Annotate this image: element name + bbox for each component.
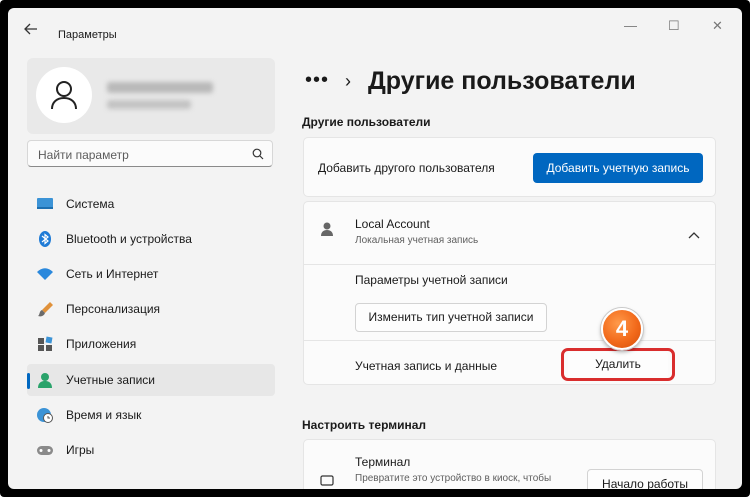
display-icon xyxy=(36,196,54,212)
close-button[interactable]: ✕ xyxy=(712,18,723,34)
user-profile-card[interactable] xyxy=(27,58,275,134)
kiosk-card: Терминал Превратите это устройство в кио… xyxy=(303,439,716,489)
back-arrow-icon[interactable] xyxy=(24,22,38,40)
blurred-user-email xyxy=(107,100,191,109)
blurred-user-name xyxy=(107,82,213,93)
active-indicator xyxy=(27,373,30,389)
account-options-label: Параметры учетной записи xyxy=(355,273,508,287)
change-account-type-button[interactable]: Изменить тип учетной записи xyxy=(355,303,547,332)
sidebar-item-apps[interactable]: Приложения xyxy=(27,328,275,360)
sidebar-item-label: Приложения xyxy=(66,337,137,351)
divider xyxy=(304,340,715,341)
add-account-button[interactable]: Добавить учетную запись xyxy=(533,153,703,183)
sidebar-item-label: Сеть и Интернет xyxy=(66,267,159,281)
search-input[interactable]: Найти параметр xyxy=(27,140,273,167)
sidebar-item-personalization[interactable]: Персонализация xyxy=(27,293,275,325)
highlight-box xyxy=(561,348,675,381)
add-user-card: Добавить другого пользователя Добавить у… xyxy=(303,137,716,197)
sidebar-item-label: Персонализация xyxy=(66,302,161,316)
brush-icon xyxy=(36,301,54,317)
screenshot-frame: Параметры — ☐ ✕ Найти параметр Система B… xyxy=(0,0,750,497)
step-number-badge: 4 xyxy=(601,308,643,350)
user-icon xyxy=(320,221,334,242)
avatar xyxy=(36,67,92,123)
sidebar-item-label: Время и язык xyxy=(66,408,142,422)
sidebar-item-gaming[interactable]: Игры xyxy=(27,434,275,466)
sidebar-item-accounts[interactable]: Учетные записи xyxy=(27,364,275,396)
wifi-icon xyxy=(36,266,54,282)
sidebar-item-label: Система xyxy=(66,197,115,211)
apps-icon xyxy=(36,336,54,352)
add-user-label: Добавить другого пользователя xyxy=(318,161,495,175)
title-bar: Параметры — ☐ ✕ xyxy=(8,8,742,48)
chevron-up-icon[interactable] xyxy=(688,226,700,244)
settings-window: Параметры — ☐ ✕ Найти параметр Система B… xyxy=(8,8,742,489)
page-title: Другие пользователи xyxy=(368,67,636,95)
search-icon xyxy=(252,147,264,165)
account-name: Local Account xyxy=(355,217,430,231)
user-icon xyxy=(51,81,77,110)
kiosk-title: Терминал xyxy=(355,455,411,469)
globe-clock-icon xyxy=(36,407,54,423)
divider xyxy=(304,264,715,265)
app-title: Параметры xyxy=(58,29,117,41)
account-data-label: Учетная запись и данные xyxy=(355,359,498,373)
sidebar-item-time-language[interactable]: Время и язык xyxy=(27,399,275,431)
breadcrumb-overflow[interactable]: ••• xyxy=(305,69,329,92)
maximize-button[interactable]: ☐ xyxy=(668,18,680,34)
sidebar-item-label: Bluetooth и устройства xyxy=(66,232,192,246)
kiosk-start-button[interactable]: Начало работы xyxy=(587,469,703,489)
sidebar-item-network[interactable]: Сеть и Интернет xyxy=(27,258,275,290)
sidebar-item-label: Учетные записи xyxy=(66,373,155,387)
section-title-other-users: Другие пользователи xyxy=(302,115,431,129)
kiosk-icon xyxy=(320,474,334,489)
bluetooth-icon xyxy=(36,231,54,247)
kiosk-description: Превратите это устройство в киоск, чтобы xyxy=(355,473,552,484)
account-type: Локальная учетная запись xyxy=(355,235,479,246)
sidebar-item-label: Игры xyxy=(66,443,95,457)
search-placeholder: Найти параметр xyxy=(38,148,129,162)
section-title-kiosk: Настроить терминал xyxy=(302,418,427,432)
minimize-button[interactable]: — xyxy=(624,18,637,33)
gamepad-icon xyxy=(36,442,54,458)
sidebar-item-bluetooth[interactable]: Bluetooth и устройства xyxy=(27,223,275,255)
breadcrumb-separator: › xyxy=(345,71,351,91)
sidebar-item-system[interactable]: Система xyxy=(27,188,275,220)
account-icon xyxy=(36,372,54,388)
